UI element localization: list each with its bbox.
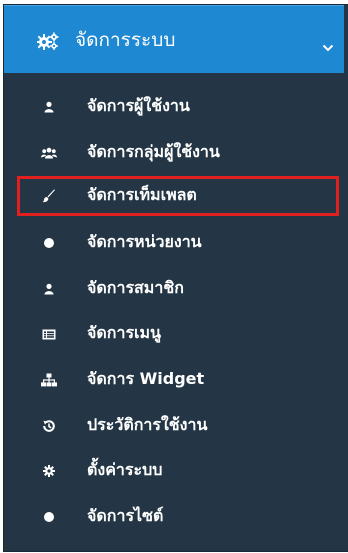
sitemap-icon — [41, 372, 57, 388]
gears-icon — [36, 32, 59, 50]
sidebar-item-history[interactable]: ประวัติการใช้งาน — [18, 407, 338, 445]
paint-brush-icon — [41, 188, 57, 204]
header-title: จัดการระบบ — [75, 29, 176, 51]
sidebar-item-user-groups[interactable]: จัดการกลุ่มผู้ใช้งาน — [18, 134, 338, 172]
sidebar-item-label: จัดการกลุ่มผู้ใช้งาน — [87, 142, 220, 161]
chevron-down-icon[interactable] — [322, 37, 334, 52]
sidebar-item-widgets[interactable]: จัดการ Widget — [18, 361, 338, 399]
sidebar-item-label: จัดการ Widget — [87, 369, 205, 388]
sidebar-item-label: จัดการหน่วยงาน — [87, 232, 202, 251]
sidebar-item-members[interactable]: จัดการสมาชิก — [18, 270, 338, 308]
sidebar-item-templates[interactable]: จัดการเท็มเพลต — [17, 176, 339, 216]
history-icon — [41, 418, 57, 434]
list-alt-icon — [41, 326, 57, 342]
circle-icon — [41, 509, 57, 525]
user-icon — [41, 99, 57, 115]
sidebar-item-label: ตั้งค่าระบบ — [87, 460, 163, 479]
sidebar-item-settings[interactable]: ตั้งค่าระบบ — [18, 452, 338, 490]
circle-icon — [41, 235, 57, 251]
sidebar-item-label: จัดการสมาชิก — [87, 278, 184, 297]
sidebar-panel: จัดการระบบ จัดการผู้ใช้งาน จัดการกลุ่มผู… — [3, 4, 348, 552]
sidebar-item-sites[interactable]: จัดการไซต์ — [18, 498, 338, 536]
users-icon — [41, 145, 57, 161]
sidebar-item-departments[interactable]: จัดการหน่วยงาน — [18, 224, 338, 262]
system-menu-header[interactable]: จัดการระบบ — [4, 5, 344, 73]
sidebar-item-label: จัดการเมนู — [87, 323, 161, 342]
sidebar-item-label: ประวัติการใช้งาน — [87, 415, 208, 434]
sidebar-item-label: จัดการผู้ใช้งาน — [87, 96, 190, 115]
sidebar-item-label: จัดการไซต์ — [87, 506, 164, 525]
sidebar-item-users[interactable]: จัดการผู้ใช้งาน — [18, 88, 338, 126]
gear-icon — [41, 463, 57, 479]
user-icon — [41, 281, 57, 297]
sidebar-item-label: จัดการเท็มเพลต — [87, 185, 197, 204]
sidebar-item-menus[interactable]: จัดการเมนู — [18, 315, 338, 353]
